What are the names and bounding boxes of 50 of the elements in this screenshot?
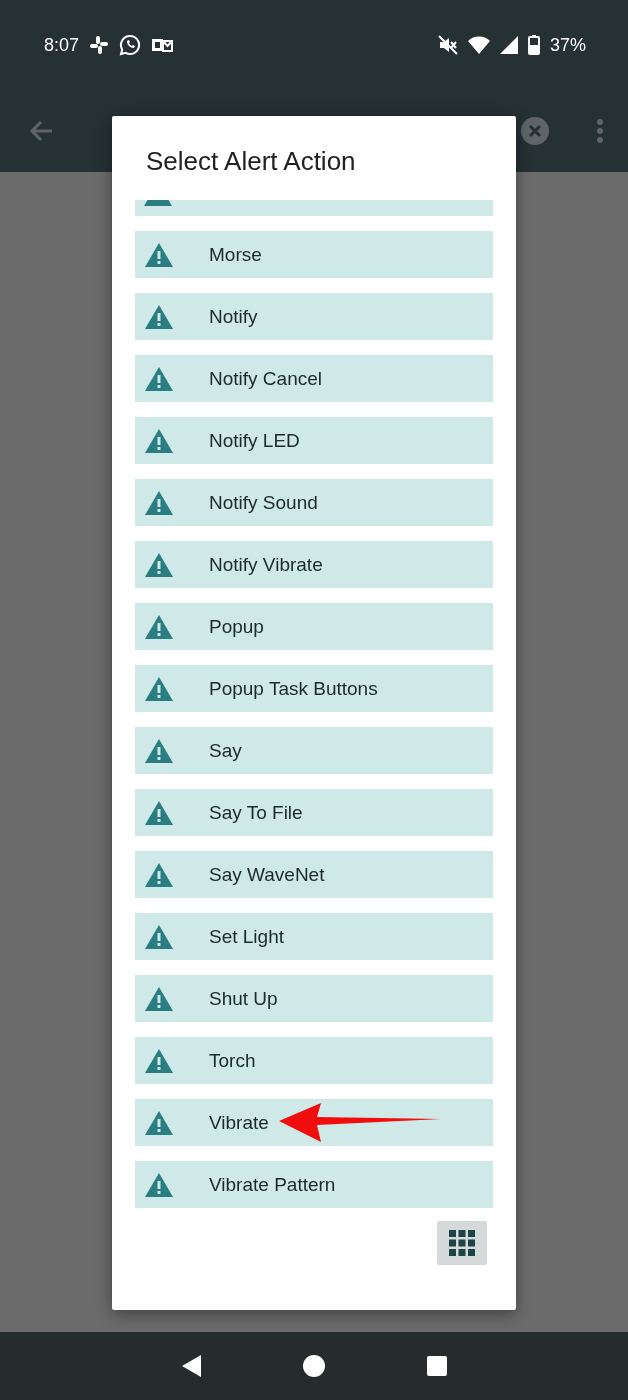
warning-icon xyxy=(144,675,174,702)
warning-icon xyxy=(144,861,174,888)
warning-icon xyxy=(144,1171,174,1198)
list-item[interactable]: Morse xyxy=(135,231,493,278)
warning-icon xyxy=(144,799,174,826)
signal-icon xyxy=(499,36,518,54)
list-item[interactable]: Say To File xyxy=(135,789,493,836)
warning-icon xyxy=(143,200,173,206)
back-triangle-icon[interactable] xyxy=(180,1354,202,1378)
warning-icon xyxy=(144,737,174,764)
list-item[interactable]: Vibrate xyxy=(135,1099,493,1146)
grid-icon xyxy=(448,1229,476,1257)
list-item[interactable] xyxy=(135,200,493,216)
mute-icon xyxy=(437,35,458,55)
warning-icon xyxy=(144,1047,174,1074)
chat-bubble-icon xyxy=(119,34,142,56)
list-item[interactable]: Torch xyxy=(135,1037,493,1084)
warning-icon xyxy=(144,241,174,268)
list-item[interactable]: Set Light xyxy=(135,913,493,960)
warning-icon xyxy=(144,613,174,640)
list-item[interactable]: Notify LED xyxy=(135,417,493,464)
hash-icon xyxy=(89,35,110,55)
status-time: 8:07 xyxy=(44,34,80,56)
list-item[interactable]: Popup Task Buttons xyxy=(135,665,493,712)
mail-icon xyxy=(151,36,174,54)
close-icon[interactable] xyxy=(520,116,550,146)
warning-icon xyxy=(144,923,174,950)
battery-percent: 37% xyxy=(549,34,586,56)
list-item[interactable]: Popup xyxy=(135,603,493,650)
warning-icon xyxy=(144,551,174,578)
warning-icon xyxy=(144,427,174,454)
list-item[interactable]: Shut Up xyxy=(135,975,493,1022)
warning-icon xyxy=(144,489,174,516)
warning-icon xyxy=(144,365,174,392)
home-circle-icon[interactable] xyxy=(302,1354,326,1378)
list-item[interactable]: Vibrate Pattern xyxy=(135,1161,493,1208)
list-item[interactable]: Say WaveNet xyxy=(135,851,493,898)
list-item[interactable]: Notify Vibrate xyxy=(135,541,493,588)
dialog-title: Select Alert Action xyxy=(145,145,357,178)
list-item[interactable]: Say xyxy=(135,727,493,774)
battery-icon xyxy=(527,35,540,55)
list-item[interactable]: Notify Cancel xyxy=(135,355,493,402)
warning-icon xyxy=(144,1109,174,1136)
warning-icon xyxy=(144,985,174,1012)
grid-view-button[interactable] xyxy=(437,1221,487,1265)
list-item[interactable]: Notify xyxy=(135,293,493,340)
list-item[interactable]: Notify Sound xyxy=(135,479,493,526)
wifi-icon xyxy=(467,36,490,54)
warning-icon xyxy=(144,303,174,330)
recents-square-icon[interactable] xyxy=(426,1355,448,1377)
